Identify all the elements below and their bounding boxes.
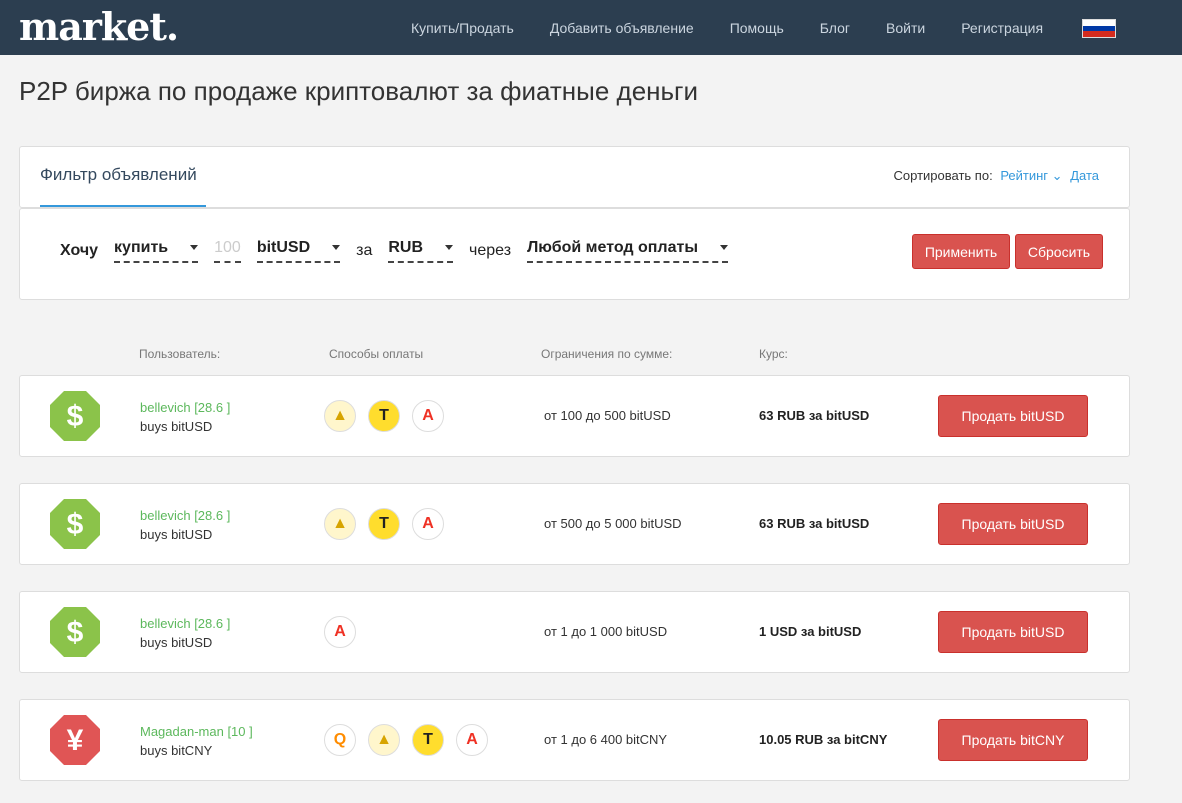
nav-links: Купить/Продать Добавить объявление Помощ… [393,0,1061,55]
yandex-payment-icon: ▲ [324,508,356,540]
dollar-icon: $ [49,606,101,658]
user-link[interactable]: Magadan-man [10 ] [140,724,253,739]
column-limits: Ограничения по сумме: [541,347,673,361]
fiat-dropdown[interactable]: RUB [388,239,454,263]
for-label: за [356,242,373,259]
caret-down-icon [190,245,199,251]
column-payment: Способы оплаты [329,347,424,361]
action-dropdown[interactable]: купить [114,239,199,263]
nav-login[interactable]: Войти [886,20,925,36]
page-title: P2P биржа по продаже криптовалют за фиат… [19,76,699,106]
dollar-icon: $ [49,390,101,442]
filter-header: Фильтр объявлений Сортировать по: Рейтин… [19,146,1130,208]
rate-value: 63 RUB за bitUSD [759,516,870,531]
chevron-down-icon: ⌄ [1051,168,1063,183]
alfa-payment-icon: A [412,400,444,432]
amount-limit: от 500 до 5 000 bitUSD [544,516,682,531]
amount-limit: от 1 до 6 400 bitCNY [544,732,668,747]
currency-dropdown[interactable]: bitUSD [256,239,341,263]
caret-down-icon [445,245,454,251]
rate-value: 10.05 RUB за bitCNY [759,732,888,747]
offer-row: $ bellevich [28.6 ] buys bitUSD ▲ T Aот 100 д… [19,375,1130,457]
offer-row: ¥ Magadan-man [10 ] buys bitCNY Q ▲ T Aот 1 до… [19,699,1130,781]
sort-date-link[interactable]: Дата [1070,168,1099,183]
caret-down-icon [720,245,728,251]
tinkoff-payment-icon: T [412,724,444,756]
buys-label: buys bitUSD [140,635,213,650]
sell-button[interactable]: Продать bitUSD [938,503,1088,545]
nav-blog[interactable]: Блог [820,20,850,36]
via-label: через [469,242,512,259]
logo[interactable]: market. [19,4,179,49]
buys-label: buys bitUSD [140,527,213,542]
svg-text:$: $ [67,400,84,433]
svg-text:¥: ¥ [67,724,84,757]
user-link[interactable]: bellevich [28.6 ] [140,508,230,523]
filter-row: Хочу купить 100 bitUSD за RUB через Любо… [60,239,744,263]
svg-text:$: $ [67,508,84,541]
nav-add-offer[interactable]: Добавить объявление [550,20,694,36]
column-rate: Курс: [759,347,788,361]
user-link[interactable]: bellevich [28.6 ] [140,400,230,415]
want-label: Хочу [60,242,99,259]
amount-input[interactable]: 100 [214,239,241,263]
filter-body: Хочу купить 100 bitUSD за RUB через Любо… [19,208,1130,300]
alfa-payment-icon: A [412,508,444,540]
sell-button[interactable]: Продать bitUSD [938,611,1088,653]
yandex-payment-icon: ▲ [324,400,356,432]
payment-method-dropdown[interactable]: Любой метод оплаты [527,239,728,263]
apply-button[interactable]: Применить [912,234,1010,269]
offer-row: $ bellevich [28.6 ] buys bitUSD Aот 1 до 1 … [19,591,1130,673]
buys-label: buys bitUSD [140,419,213,434]
user-link[interactable]: bellevich [28.6 ] [140,616,230,631]
navbar: market. Купить/Продать Добавить объявлен… [0,0,1182,55]
rate-value: 63 RUB за bitUSD [759,408,870,423]
nav-help[interactable]: Помощь [730,20,784,36]
offer-row: $ bellevich [28.6 ] buys bitUSD ▲ T Aот 500 д… [19,483,1130,565]
dollar-icon: $ [49,498,101,550]
tinkoff-payment-icon: T [368,400,400,432]
filter-tab-underline [40,205,206,207]
nav-buy-sell[interactable]: Купить/Продать [411,20,514,36]
column-user: Пользователь: [139,347,221,361]
caret-down-icon [332,245,341,251]
rate-value: 1 USD за bitUSD [759,624,862,639]
sell-button[interactable]: Продать bitCNY [938,719,1088,761]
amount-limit: от 1 до 1 000 bitUSD [544,624,668,639]
alfa-payment-icon: A [456,724,488,756]
yuan-icon: ¥ [49,714,101,766]
amount-limit: от 100 до 500 bitUSD [544,408,671,423]
buys-label: buys bitCNY [140,743,213,758]
qiwi-payment-icon: Q [324,724,356,756]
sell-button[interactable]: Продать bitUSD [938,395,1088,437]
yandex-payment-icon: ▲ [368,724,400,756]
svg-text:$: $ [67,616,84,649]
sort-rating-link[interactable]: Рейтинг ⌄ [1000,168,1062,183]
nav-register[interactable]: Регистрация [961,20,1043,36]
sort-controls: Сортировать по: Рейтинг ⌄ Дата [894,168,1099,184]
tinkoff-payment-icon: T [368,508,400,540]
alfa-payment-icon: A [324,616,356,648]
filter-title[interactable]: Фильтр объявлений [40,165,197,185]
sort-label: Сортировать по: [893,168,993,183]
reset-button[interactable]: Сбросить [1015,234,1103,269]
russian-flag-icon[interactable] [1082,19,1116,38]
